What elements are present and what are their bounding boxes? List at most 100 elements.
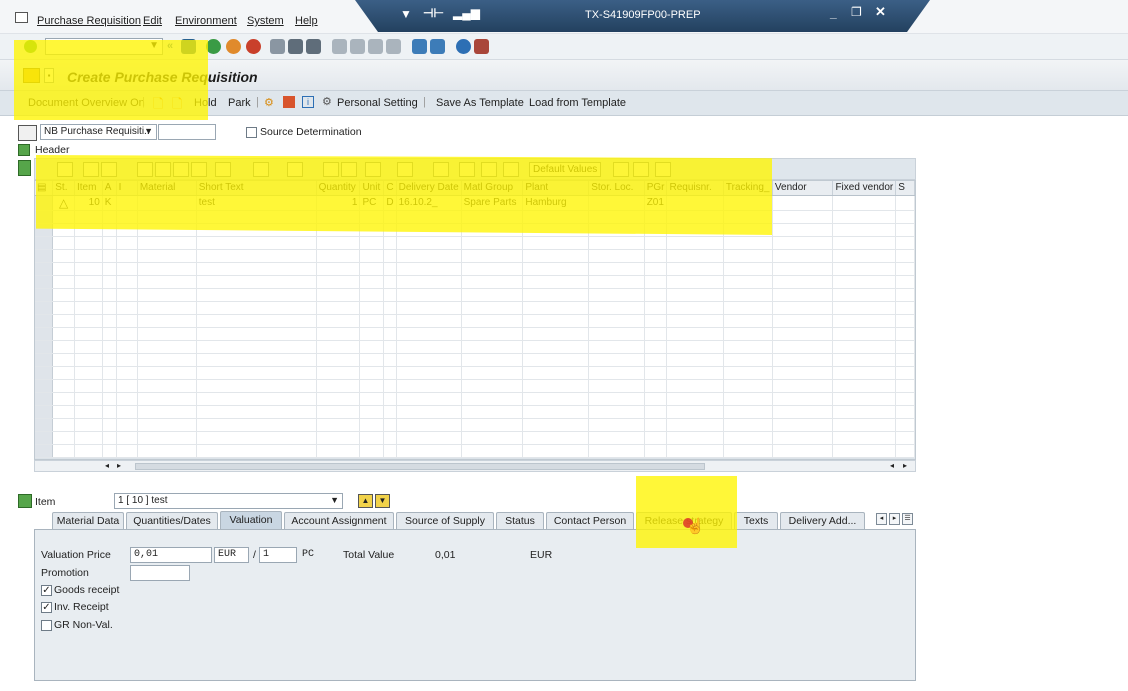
maximize-icon[interactable]: ❐ (851, 5, 862, 19)
cell-delivery-date[interactable]: 16.10.2_ (396, 195, 462, 211)
table-cell[interactable] (832, 353, 897, 367)
table-cell[interactable] (644, 353, 668, 367)
row-selector[interactable] (35, 195, 54, 211)
graphics-icon[interactable] (503, 162, 519, 177)
table-cell[interactable] (895, 301, 915, 315)
row-selector[interactable] (35, 262, 54, 276)
save-as-template-button[interactable]: Save As Template (436, 97, 524, 109)
table-cell[interactable] (772, 210, 834, 224)
table-cell[interactable] (396, 262, 462, 276)
table-cell[interactable] (74, 405, 103, 419)
table-cell[interactable] (666, 392, 724, 406)
table-cell[interactable] (137, 275, 197, 289)
table-cell[interactable] (666, 418, 724, 432)
table-cell[interactable] (316, 353, 361, 367)
column-header-item-category[interactable]: I (116, 181, 138, 196)
table-cell[interactable] (396, 288, 462, 302)
table-cell[interactable] (52, 353, 75, 367)
table-cell[interactable] (772, 379, 834, 393)
row-selector[interactable] (35, 366, 54, 380)
table-cell[interactable] (895, 236, 915, 250)
table-cell[interactable] (723, 223, 773, 237)
table-cell[interactable] (52, 431, 75, 445)
delete-row-icon[interactable] (101, 162, 117, 177)
cell-purchasing-group[interactable]: Z01 (644, 195, 668, 211)
item-previous-icon[interactable]: ▲ (358, 494, 373, 508)
table-cell[interactable] (383, 223, 397, 237)
last-page-icon[interactable] (386, 39, 401, 54)
table-cell[interactable] (316, 418, 361, 432)
table-cell[interactable] (196, 262, 317, 276)
table-cell[interactable] (52, 223, 75, 237)
scroll-right-icon[interactable]: ▸ (117, 461, 121, 470)
row-selector[interactable] (35, 249, 54, 263)
scroll-left-end-icon[interactable]: ◂ (890, 461, 894, 470)
table-cell[interactable] (137, 288, 197, 302)
prev-page-icon[interactable] (350, 39, 365, 54)
table-cell[interactable] (116, 418, 138, 432)
table-cell[interactable] (359, 262, 385, 276)
table-cell[interactable] (588, 314, 645, 328)
park-button[interactable]: Park (228, 97, 251, 109)
tab-texts[interactable]: Texts (734, 512, 778, 529)
table-row-empty[interactable] (35, 262, 915, 276)
table-cell[interactable] (522, 288, 590, 302)
menu-help[interactable]: Help (295, 15, 318, 27)
table-cell[interactable] (102, 301, 117, 315)
table-cell[interactable] (383, 379, 397, 393)
table-cell[interactable] (102, 405, 117, 419)
table-cell[interactable] (116, 262, 138, 276)
tab-scroll-right-icon[interactable]: ▸ (889, 513, 900, 525)
table-cell[interactable] (772, 444, 834, 458)
table-cell[interactable] (74, 249, 103, 263)
table-cell[interactable] (644, 314, 668, 328)
document-type-select[interactable]: NB Purchase Requisiti.. ▼ (40, 124, 157, 140)
table-cell[interactable] (102, 249, 117, 263)
table-cell[interactable] (461, 379, 524, 393)
table-cell[interactable] (666, 223, 724, 237)
table-cell[interactable] (832, 236, 897, 250)
sort-desc-icon[interactable] (155, 162, 171, 177)
table-cell[interactable] (895, 353, 915, 367)
table-cell[interactable] (588, 418, 645, 432)
table-cell[interactable] (52, 236, 75, 250)
table-cell[interactable] (359, 379, 385, 393)
row-selector[interactable] (35, 379, 54, 393)
table-cell[interactable] (666, 353, 724, 367)
table-cell[interactable] (895, 392, 915, 406)
document-icon[interactable] (459, 162, 475, 177)
table-cell[interactable] (723, 314, 773, 328)
table-cell[interactable] (383, 340, 397, 354)
collapse-icon[interactable]: « (167, 40, 173, 52)
merge-icon[interactable] (633, 162, 649, 177)
table-cell[interactable] (832, 340, 897, 354)
row-selector[interactable] (35, 392, 54, 406)
row-selector[interactable] (35, 223, 54, 237)
table-cell[interactable] (396, 301, 462, 315)
table-cell[interactable] (772, 249, 834, 263)
column-header-account-assignment[interactable]: A (102, 181, 117, 196)
table-row-empty[interactable] (35, 236, 915, 250)
table-cell[interactable] (832, 288, 897, 302)
table-cell[interactable] (116, 392, 138, 406)
check-icon[interactable] (655, 162, 671, 177)
table-cell[interactable] (196, 418, 317, 432)
layout-icon[interactable] (397, 162, 413, 177)
table-cell[interactable] (196, 366, 317, 380)
table-cell[interactable] (461, 275, 524, 289)
tab-list-icon[interactable]: ☰ (902, 513, 913, 525)
table-cell[interactable] (52, 405, 75, 419)
table-cell[interactable] (832, 444, 897, 458)
table-cell[interactable] (52, 262, 75, 276)
table-cell[interactable] (196, 314, 317, 328)
table-row-empty[interactable] (35, 288, 915, 302)
document-type-dropdown-icon[interactable]: ▼ (144, 126, 153, 136)
table-cell[interactable] (316, 379, 361, 393)
table-cell[interactable] (461, 392, 524, 406)
table-cell[interactable] (461, 340, 524, 354)
table-cell[interactable] (895, 314, 915, 328)
table-cell[interactable] (74, 314, 103, 328)
table-cell[interactable] (196, 405, 317, 419)
table-cell[interactable] (895, 288, 915, 302)
column-header-category[interactable]: C (383, 181, 397, 196)
